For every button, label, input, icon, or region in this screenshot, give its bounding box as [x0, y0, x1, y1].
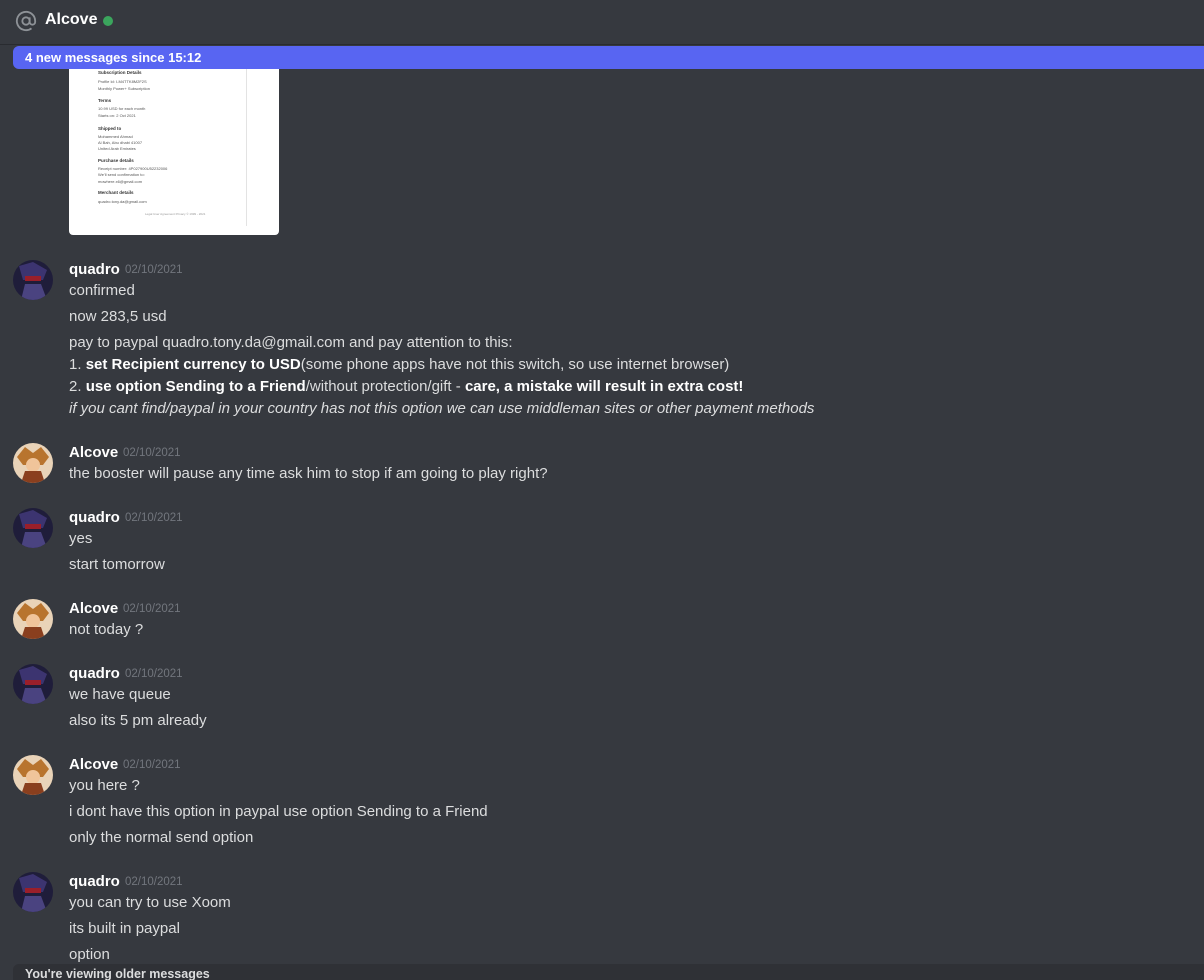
- bold-text: care, a mistake will result in extra cos…: [464, 378, 744, 395]
- timestamp: 02/10/2021: [125, 264, 183, 276]
- channel-title: Alcove: [45, 11, 98, 28]
- bold-text: use option Sending to a Friend: [85, 378, 306, 395]
- receipt-footer: Legal User Agreement Privacy © 1999 - 20…: [145, 212, 206, 216]
- new-messages-bar[interactable]: 4 new messages since 15:12: [13, 46, 1204, 69]
- receipt-heading: Purchase details: [98, 158, 134, 163]
- message-text: option: [69, 946, 110, 963]
- message-text: not today ?: [69, 621, 144, 638]
- receipt-text: United Arab Emirates: [98, 146, 136, 151]
- message-text: i dont have this option in paypal use op…: [69, 803, 488, 820]
- message-text: only the normal send option: [69, 829, 254, 846]
- receipt-heading: Merchant details: [98, 190, 134, 195]
- timestamp: 02/10/2021: [125, 512, 183, 524]
- avatar[interactable]: [13, 260, 53, 300]
- list-number: 1.: [69, 356, 86, 373]
- timestamp: 02/10/2021: [125, 876, 183, 888]
- author-name[interactable]: quadro: [69, 873, 120, 890]
- receipt-text: Receipt number: 4P027900U52232006: [98, 166, 168, 171]
- plain-text: (some phone apps have not this switch, s…: [300, 356, 730, 373]
- message-text: yes: [69, 530, 93, 547]
- receipt-heading: Shipped to: [98, 126, 122, 131]
- message-text: its built in paypal: [69, 920, 180, 937]
- message-text: 2. use option Sending to a Friend/withou…: [69, 378, 743, 395]
- at-icon: [15, 10, 37, 32]
- avatar[interactable]: [13, 443, 53, 483]
- avatar[interactable]: [13, 872, 53, 912]
- older-messages-bar[interactable]: You're viewing older messages: [13, 964, 1204, 980]
- plain-text: /without protection/gift -: [305, 378, 465, 395]
- receipt-text: We'll send confirmation to:: [98, 172, 145, 177]
- receipt-text: quadro.tony.da@gmail.com: [98, 199, 147, 204]
- receipt-image-attachment[interactable]: Subscription Details Profile Id: I-M4TTK…: [69, 60, 279, 235]
- author-name[interactable]: Alcove: [69, 756, 118, 773]
- timestamp: 02/10/2021: [123, 447, 181, 459]
- message-text: the booster will pause any time ask him …: [69, 465, 548, 482]
- author-name[interactable]: quadro: [69, 665, 120, 682]
- timestamp: 02/10/2021: [123, 603, 181, 615]
- receipt-text: Starts on: 2 Oct 2021: [98, 113, 136, 118]
- avatar[interactable]: [13, 599, 53, 639]
- message-text: 1. set Recipient currency to USD(some ph…: [69, 356, 729, 373]
- receipt-text: 10.99 USD for each month: [98, 106, 146, 111]
- list-number: 2.: [69, 378, 86, 395]
- avatar[interactable]: [13, 755, 53, 795]
- timestamp: 02/10/2021: [123, 759, 181, 771]
- author-name[interactable]: Alcove: [69, 600, 118, 617]
- message-text: now 283,5 usd: [69, 308, 167, 325]
- receipt-text: mowhere.x6@gmail.com: [98, 179, 143, 184]
- avatar[interactable]: [13, 508, 53, 548]
- timestamp: 02/10/2021: [125, 668, 183, 680]
- receipt-text: Monthly Power+ Subscription: [98, 86, 150, 91]
- message-text: if you cant find/paypal in your country …: [69, 400, 814, 417]
- message-text: also its 5 pm already: [69, 712, 207, 729]
- receipt-heading: Terms: [98, 98, 112, 103]
- receipt-text: Al Bah, Abu dhabi 41007: [98, 140, 143, 145]
- message-text: pay to paypal quadro.tony.da@gmail.com a…: [69, 334, 513, 351]
- italic-text: if you cant find/paypal in your country …: [69, 400, 815, 417]
- receipt-text: Profile Id: I-M4TTK8M2F2S: [98, 79, 147, 84]
- message-text: you can try to use Xoom: [69, 894, 231, 911]
- message-text: you here ?: [69, 777, 140, 794]
- author-name[interactable]: quadro: [69, 261, 120, 278]
- avatar[interactable]: [13, 664, 53, 704]
- message-text: we have queue: [69, 686, 171, 703]
- bold-text: set Recipient currency to USD: [85, 356, 301, 373]
- online-status-dot: [103, 16, 113, 26]
- author-name[interactable]: quadro: [69, 509, 120, 526]
- author-name[interactable]: Alcove: [69, 444, 118, 461]
- receipt-text: Mohammed Ahmad: [98, 134, 133, 139]
- receipt-heading: Subscription Details: [98, 70, 142, 75]
- channel-header: Alcove: [0, 0, 1204, 44]
- message-text: start tomorrow: [69, 556, 165, 573]
- message-text: confirmed: [69, 282, 135, 299]
